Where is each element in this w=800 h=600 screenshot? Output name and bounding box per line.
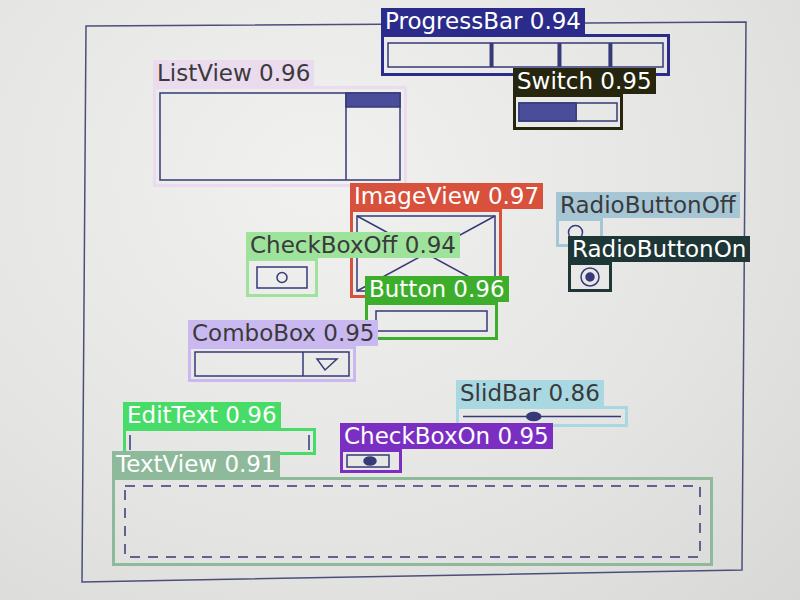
detection-label: Button 0.96 bbox=[365, 276, 509, 302]
detection-box[interactable]: ListView 0.96 bbox=[153, 86, 407, 187]
sketch-icon bbox=[126, 431, 313, 452]
detection-label: ComboBox 0.95 bbox=[188, 320, 378, 346]
detection-label: Switch 0.95 bbox=[513, 68, 656, 94]
detection-label: CheckBoxOn 0.95 bbox=[340, 423, 553, 449]
detection-label: CheckBoxOff 0.94 bbox=[246, 232, 460, 258]
detection-label: ListView 0.96 bbox=[153, 60, 314, 86]
detection-label: SlidBar 0.86 bbox=[456, 380, 604, 406]
sketch-icon bbox=[368, 305, 495, 337]
detection-label: RadioButtonOff bbox=[556, 192, 740, 218]
sketch-icon bbox=[343, 452, 399, 470]
sketch-icon bbox=[191, 349, 353, 379]
detection-box[interactable]: Button 0.96 bbox=[365, 302, 498, 340]
sketch-photo: ProgressBar 0.94 Switch 0.95 ListView 0.96… bbox=[0, 0, 800, 600]
detection-label: ProgressBar 0.94 bbox=[381, 8, 585, 34]
detection-box[interactable]: ComboBox 0.95 bbox=[188, 346, 356, 382]
detection-label: RadioButtonOn bbox=[568, 236, 750, 262]
detection-box[interactable]: CheckBoxOff 0.94 bbox=[246, 258, 318, 297]
detection-box[interactable]: TextView 0.91 bbox=[112, 477, 713, 566]
detection-box[interactable]: CheckBoxOn 0.95 bbox=[340, 449, 402, 473]
detection-label: EditText 0.96 bbox=[123, 402, 281, 428]
sketch-icon bbox=[249, 261, 315, 294]
detection-box[interactable]: Switch 0.95 bbox=[513, 94, 623, 130]
sketch-icon bbox=[115, 480, 710, 563]
sketch-icon bbox=[571, 265, 609, 289]
sketch-icon bbox=[156, 89, 404, 184]
detection-label: ImageView 0.97 bbox=[350, 183, 543, 209]
sketch-icon bbox=[459, 409, 625, 424]
detection-box[interactable]: RadioButtonOn bbox=[568, 262, 612, 292]
sketch-icon bbox=[516, 97, 620, 127]
detection-label: TextView 0.91 bbox=[112, 451, 280, 477]
